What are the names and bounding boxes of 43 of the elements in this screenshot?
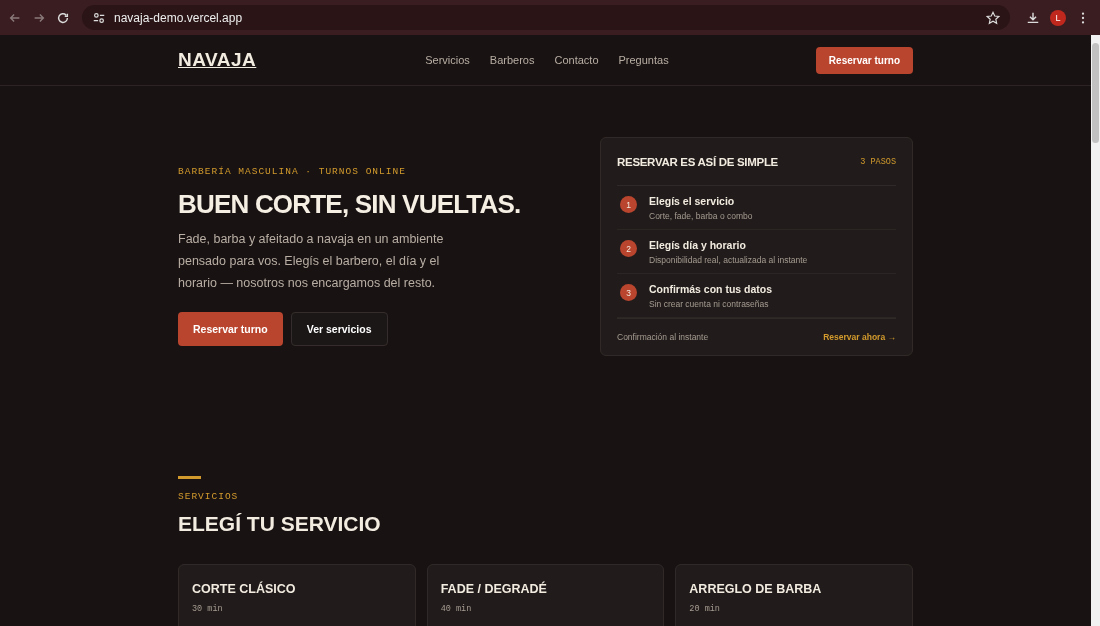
step-title: Elegís día y horario [649, 239, 747, 251]
profile-avatar[interactable]: L [1050, 9, 1066, 26]
step-number: 1 [620, 196, 637, 213]
service-duration: 40 min [440, 604, 473, 614]
nav-link[interactable]: Contacto [554, 54, 599, 66]
service-name: ARREGLO DE BARBA [689, 582, 823, 596]
logo-link[interactable]: NAVAJA [178, 49, 378, 71]
reload-icon[interactable] [56, 10, 70, 25]
service-duration: 20 min [689, 604, 721, 614]
service-duration: 30 min [192, 604, 224, 614]
site-settings-icon[interactable] [92, 10, 106, 25]
footer-text: Confirmación al instante [617, 332, 709, 342]
hero-title: BUEN CORTE, SIN VUELTAS. [178, 189, 522, 220]
step-number: 2 [620, 240, 637, 257]
steps-count: 3 PASOS [860, 156, 896, 167]
hero-text: Fade, barba y afeitado a navaja en un ambiente pensado para vos. Elegís el barbero, el día y el horario — nosotros nos encargamos del resto. [178, 231, 445, 292]
address-bar[interactable]: navaja-demo.vercel.app [82, 5, 1010, 30]
nav-link[interactable]: Preguntas [618, 54, 669, 66]
scrollbar[interactable] [1091, 35, 1100, 626]
step-number: 3 [620, 284, 637, 301]
book-now-link[interactable]: Reservar ahora → [823, 332, 896, 342]
download-icon[interactable] [1026, 10, 1040, 25]
service-name: CORTE CLÁSICO [192, 582, 297, 596]
book-button[interactable]: Reservar turno [178, 312, 283, 346]
section-title: ELEGÍ TU SERVICIO [178, 512, 382, 536]
nav-link[interactable]: Barberos [489, 54, 535, 66]
card-title: RESERVAR ES ASÍ DE SIMPLE [617, 155, 778, 168]
step-text: Sin crear cuenta ni contraseñas [649, 299, 770, 309]
service-card[interactable]: CORTE CLÁSICO 30 min [178, 564, 416, 626]
nav-link[interactable]: Servicios [425, 54, 470, 66]
url-text: navaja-demo.vercel.app [114, 10, 244, 25]
step-text: Corte, fade, barba o combo [649, 211, 753, 221]
step-title: Confirmás con tus datos [649, 283, 773, 295]
step-title: Elegís el servicio [649, 195, 736, 207]
step-text: Disponibilidad real, actualizada al instante [649, 255, 808, 265]
services-button[interactable]: Ver servicios [290, 312, 388, 346]
bookmark-star-icon[interactable] [986, 10, 1000, 25]
eyebrow-text: BARBERÍA MASCULINA · TURNOS ONLINE [178, 166, 407, 177]
section-eyebrow: SERVICIOS [178, 491, 240, 502]
service-name: FADE / DEGRADÉ [440, 582, 548, 596]
book-button[interactable]: Reservar turno [815, 46, 913, 74]
service-card[interactable]: FADE / DEGRADÉ 40 min [426, 564, 665, 626]
service-card[interactable]: ARREGLO DE BARBA 20 min [675, 564, 913, 626]
